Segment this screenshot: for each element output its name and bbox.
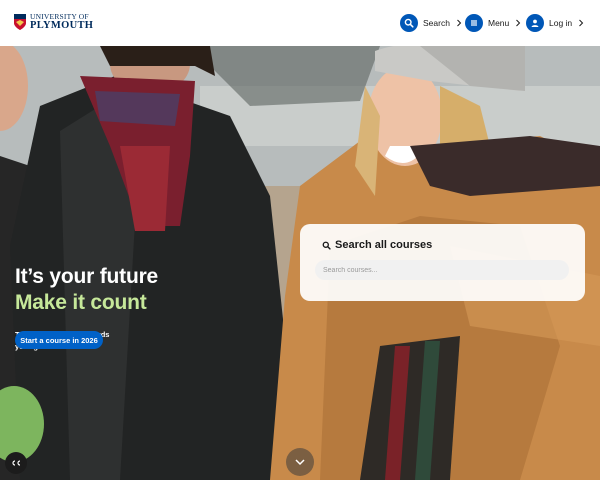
- chevron-right-icon: [516, 19, 521, 27]
- crest-icon: [14, 14, 26, 30]
- start-course-button[interactable]: Start a course in 2026: [15, 331, 103, 349]
- course-search-card: Search all courses: [300, 224, 585, 301]
- nav-menu-button[interactable]: Menu: [465, 13, 522, 33]
- scroll-down-button[interactable]: [286, 448, 314, 476]
- nav-menu-label: Menu: [488, 18, 510, 28]
- course-search-title-text: Search all courses: [335, 239, 433, 251]
- hero-headline: It’s your future: [15, 265, 159, 288]
- user-icon: [526, 14, 544, 32]
- search-icon: [322, 241, 331, 250]
- hero-subheadline: Make it count: [15, 291, 147, 314]
- nav-search-button[interactable]: Search: [400, 13, 463, 33]
- nav-search-label: Search: [423, 18, 450, 28]
- site-header: UNIVERSITY OF PLYMOUTH Search Menu Log i…: [0, 0, 600, 46]
- search-icon: [400, 14, 418, 32]
- nav-login-label: Log in: [549, 18, 573, 28]
- chevron-right-icon: [457, 19, 462, 27]
- logo-line2: PLYMOUTH: [30, 19, 94, 31]
- menu-icon: [465, 14, 483, 32]
- course-search-input[interactable]: [315, 260, 569, 280]
- chevron-right-icon: [579, 19, 584, 27]
- captions-icon: [12, 460, 21, 466]
- captions-button[interactable]: [5, 452, 27, 474]
- chevron-down-icon: [295, 459, 305, 466]
- university-logo[interactable]: UNIVERSITY OF PLYMOUTH: [14, 13, 93, 31]
- course-search-title: Search all courses: [322, 239, 432, 251]
- nav-login-button[interactable]: Log in: [526, 13, 585, 33]
